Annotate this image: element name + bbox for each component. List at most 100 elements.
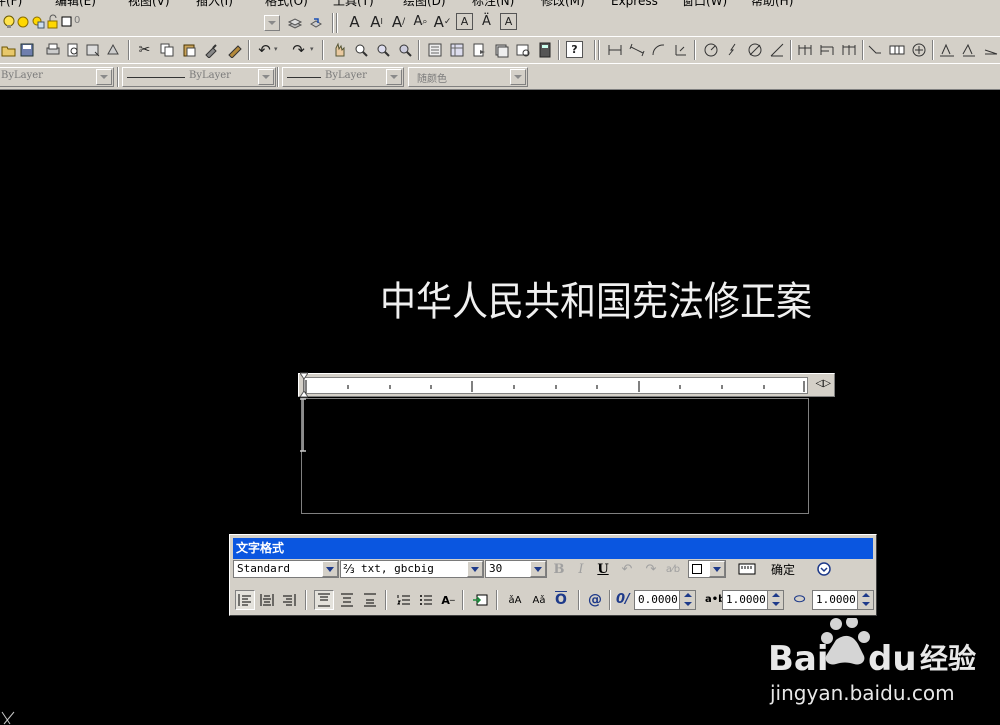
overline-icon[interactable]: O (551, 590, 571, 610)
dimension-edit-icon[interactable] (938, 41, 955, 58)
match-properties-icon[interactable] (202, 41, 219, 58)
text-style-icon[interactable]: A (456, 13, 473, 30)
bottom-align-icon[interactable] (360, 590, 380, 610)
uppercase-icon[interactable]: ǎA (505, 590, 525, 610)
save-icon[interactable] (18, 41, 35, 58)
layer-dropdown-arrow-icon[interactable] (264, 15, 280, 31)
color-control-dropdown[interactable]: ByLayer (0, 67, 114, 87)
menu-express[interactable]: Express (611, 0, 658, 8)
oblique-angle-spin-icon[interactable] (679, 591, 695, 609)
mtext-editor-box[interactable] (301, 398, 809, 514)
ok-button[interactable]: 确定 (766, 560, 800, 580)
text-height-arrow-icon[interactable] (530, 561, 546, 577)
quick-leader-icon[interactable] (866, 41, 883, 58)
menu-dimension[interactable]: 标注(N) (472, 0, 514, 8)
options-icon[interactable] (814, 559, 834, 579)
plot-icon[interactable] (44, 41, 61, 58)
menu-insert[interactable]: 插入(I) (196, 0, 233, 8)
indent-marker-icon[interactable] (299, 372, 309, 398)
numbering-icon[interactable] (394, 590, 414, 610)
text-style-dropdown[interactable]: Standard (233, 560, 339, 578)
publish-icon[interactable] (84, 41, 101, 58)
spell-check-icon[interactable]: A ✓ (434, 13, 452, 31)
center-align-icon[interactable] (257, 590, 277, 610)
design-center-icon[interactable] (448, 41, 465, 58)
font-dropdown[interactable]: ⅔ txt, gbcbig (340, 560, 484, 578)
right-align-icon[interactable] (279, 590, 299, 610)
block-editor-icon[interactable] (226, 41, 243, 58)
redo-text-icon[interactable]: ↷ (641, 559, 661, 579)
left-align-icon[interactable] (235, 590, 255, 610)
zoom-window-icon[interactable] (374, 41, 391, 58)
top-align-icon[interactable] (314, 590, 334, 610)
arc-length-icon[interactable] (650, 41, 667, 58)
width-factor-spin-icon[interactable] (857, 591, 873, 609)
undo-dropdown-icon[interactable]: ▾ (274, 45, 278, 53)
menu-file[interactable]: 件(F) (0, 0, 22, 8)
pan-realtime-icon[interactable] (330, 41, 347, 58)
menu-modify[interactable]: 修改(M) (541, 0, 585, 8)
drawn-mtext-object[interactable]: 中华人民共和国宪法修正案 (380, 278, 812, 326)
uppercase-letters-icon[interactable]: A ─ (438, 590, 458, 610)
quick-dimension-icon[interactable] (796, 41, 813, 58)
ruler-scale[interactable] (303, 377, 808, 394)
font-arrow-icon[interactable] (467, 561, 483, 577)
angular-dimension-icon[interactable] (768, 41, 785, 58)
underline-button[interactable]: U (593, 559, 613, 579)
color-control-arrow-icon[interactable] (96, 69, 112, 85)
layer-dropdown[interactable] (70, 13, 282, 33)
ordinate-dimension-icon[interactable] (672, 41, 689, 58)
tracking-spinner[interactable]: 1.0000 (722, 590, 784, 610)
middle-align-icon[interactable] (337, 590, 357, 610)
zoom-realtime-icon[interactable] (352, 41, 369, 58)
bullets-icon[interactable] (416, 590, 436, 610)
menu-draw[interactable]: 绘图(D) (403, 0, 446, 8)
open-icon[interactable] (0, 41, 17, 58)
scale-text-icon[interactable]: Ä (478, 13, 495, 30)
menu-window[interactable]: 窗口(W) (682, 0, 727, 8)
center-mark-icon[interactable] (910, 41, 927, 58)
width-factor-spinner[interactable]: 1.0000 (812, 590, 874, 610)
make-object-layer-current-icon[interactable] (286, 14, 303, 31)
text-color-arrow-icon[interactable] (709, 561, 725, 577)
radius-dimension-icon[interactable] (702, 41, 719, 58)
oblique-angle-spinner[interactable]: 0.0000 (634, 590, 696, 610)
quickcalc-icon[interactable] (536, 41, 553, 58)
redo-icon[interactable]: ↷ (290, 41, 307, 59)
lineweight-control-dropdown[interactable]: ByLayer (282, 67, 404, 87)
lineweight-control-arrow-icon[interactable] (386, 69, 402, 85)
baseline-dimension-icon[interactable] (818, 41, 835, 58)
sheet-set-manager-icon[interactable] (492, 41, 509, 58)
text-height-dropdown[interactable]: 30 (485, 560, 547, 578)
linetype-control-dropdown[interactable]: ByLayer (122, 67, 276, 87)
dimension-update-icon[interactable] (982, 41, 999, 58)
paste-icon[interactable] (180, 41, 197, 58)
redo-dropdown-icon[interactable]: ▾ (310, 45, 314, 53)
find-replace-text-icon[interactable]: A ⌕ (412, 13, 429, 30)
italic-button[interactable]: I (571, 559, 591, 579)
help-icon[interactable]: ? (566, 41, 583, 58)
text-formatting-title[interactable]: 文字格式 (233, 538, 873, 559)
ruler-toggle-icon[interactable] (737, 559, 757, 579)
aligned-dimension-icon[interactable] (628, 41, 645, 58)
properties-icon[interactable] (426, 41, 443, 58)
jogged-dimension-icon[interactable] (724, 41, 741, 58)
dimension-text-edit-icon[interactable] (960, 41, 977, 58)
tracking-spin-icon[interactable] (767, 591, 783, 609)
single-line-text-icon[interactable]: AI (368, 13, 385, 31)
tolerance-icon[interactable] (888, 41, 905, 58)
diameter-dimension-icon[interactable] (746, 41, 763, 58)
symbol-icon[interactable]: @ (585, 590, 605, 610)
insert-field-icon[interactable] (470, 590, 490, 610)
cut-icon[interactable]: ✂ (136, 41, 153, 58)
layer-previous-icon[interactable] (307, 14, 324, 31)
menu-edit[interactable]: 编辑(E) (55, 0, 96, 8)
3d-dwf-icon[interactable] (104, 41, 121, 58)
zoom-previous-icon[interactable] (396, 41, 413, 58)
mtext-ruler[interactable]: ◁▷ (298, 372, 835, 398)
multiline-text-icon[interactable]: A (346, 13, 363, 31)
linetype-control-arrow-icon[interactable] (258, 69, 274, 85)
linear-dimension-icon[interactable] (606, 41, 623, 58)
undo-icon[interactable]: ↶ (256, 41, 273, 59)
text-color-dropdown[interactable] (688, 560, 726, 578)
